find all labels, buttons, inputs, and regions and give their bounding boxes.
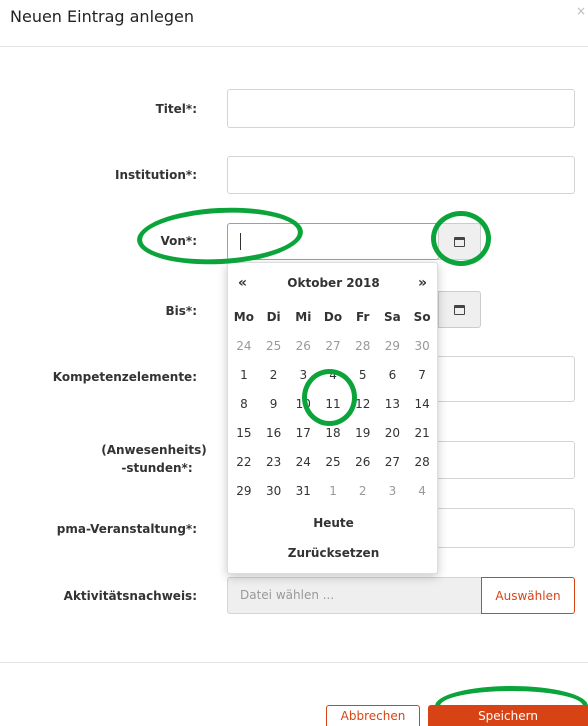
weekday-header: Mi — [295, 309, 312, 324]
aktivitaet-label: Aktivitätsnachweis: — [63, 589, 197, 603]
day-cell[interactable]: 5 — [348, 360, 378, 389]
day-cell[interactable]: 11 — [318, 389, 348, 418]
day-cell[interactable]: 2 — [348, 476, 378, 505]
datepicker-week-row: 24 25 26 27 28 29 30 — [229, 331, 437, 360]
day-cell[interactable]: 8 — [229, 389, 259, 418]
von-input[interactable] — [227, 223, 439, 260]
datepicker-today-button[interactable]: Heute — [228, 516, 439, 530]
institution-label: Institution*: — [115, 168, 197, 182]
von-calendar-button[interactable] — [438, 223, 481, 260]
weekday-header: Do — [323, 309, 343, 324]
day-cell[interactable]: 7 — [407, 360, 437, 389]
day-cell[interactable]: 27 — [378, 447, 408, 476]
bis-label: Bis*: — [165, 304, 197, 318]
day-cell[interactable]: 14 — [407, 389, 437, 418]
datepicker-popup: « Oktober 2018 » Mo Di Mi Do Fr Sa So 24 25 26 27… — [227, 262, 438, 574]
day-cell[interactable]: 6 — [378, 360, 408, 389]
titel-label: Titel*: — [155, 102, 197, 116]
weekday-header: Mo — [233, 309, 254, 324]
day-cell[interactable]: 28 — [348, 331, 378, 360]
day-cell[interactable]: 26 — [288, 331, 318, 360]
day-cell[interactable]: 4 — [407, 476, 437, 505]
weekday-header: Di — [266, 309, 281, 324]
institution-input[interactable] — [227, 156, 575, 194]
datepicker-week-row: 15 16 17 18 19 20 21 — [229, 418, 437, 447]
anwesenheit-label-line2: -stunden*: — [121, 461, 193, 475]
day-cell[interactable]: 31 — [288, 476, 318, 505]
day-cell[interactable]: 23 — [259, 447, 289, 476]
calendar-icon — [454, 304, 465, 315]
day-cell[interactable]: 3 — [378, 476, 408, 505]
modal-title: Neuen Eintrag anlegen — [10, 7, 194, 26]
day-cell[interactable]: 27 — [318, 331, 348, 360]
weekday-header: Sa — [384, 309, 401, 324]
weekday-header: Fr — [356, 309, 370, 324]
day-cell[interactable]: 2 — [259, 360, 289, 389]
weekday-header: So — [413, 309, 431, 324]
day-cell[interactable]: 19 — [348, 418, 378, 447]
pma-label: pma-Veranstaltung*: — [56, 522, 197, 536]
datepicker-week-row: 29 30 31 1 2 3 4 — [229, 476, 437, 505]
titel-input[interactable] — [227, 89, 575, 128]
day-cell[interactable]: 30 — [407, 331, 437, 360]
datepicker-grid: Mo Di Mi Do Fr Sa So 24 25 26 27 28 29 30 1 2 3 4 5 6 7 8 9 10… — [229, 302, 437, 505]
day-cell[interactable]: 29 — [229, 476, 259, 505]
datepicker-reset-button[interactable]: Zurücksetzen — [228, 546, 439, 560]
day-cell[interactable]: 30 — [259, 476, 289, 505]
day-cell[interactable]: 28 — [407, 447, 437, 476]
anwesenheit-label-line1: (Anwesenheits) — [101, 443, 207, 457]
save-button[interactable]: Speichern — [428, 705, 588, 726]
day-cell[interactable]: 4 — [318, 360, 348, 389]
day-cell[interactable]: 20 — [378, 418, 408, 447]
day-cell[interactable]: 15 — [229, 418, 259, 447]
day-cell[interactable]: 17 — [288, 418, 318, 447]
day-cell[interactable]: 13 — [378, 389, 408, 418]
von-label: Von*: — [160, 234, 198, 248]
day-cell[interactable]: 29 — [378, 331, 408, 360]
day-cell[interactable]: 12 — [348, 389, 378, 418]
datepicker-week-row: 1234567 — [229, 360, 437, 389]
day-cell[interactable]: 22 — [229, 447, 259, 476]
day-cell[interactable]: 26 — [348, 447, 378, 476]
datepicker-month-label[interactable]: Oktober 2018 — [228, 276, 439, 290]
kompetenz-label: Kompetenzelemente: — [52, 370, 197, 384]
close-icon[interactable]: × — [576, 4, 586, 18]
modal-footer-divider — [0, 662, 588, 663]
day-cell[interactable]: 25 — [318, 447, 348, 476]
day-cell[interactable]: 9 — [259, 389, 289, 418]
file-placeholder: Datei wählen ... — [240, 588, 335, 602]
day-cell[interactable]: 16 — [259, 418, 289, 447]
calendar-icon — [454, 236, 465, 247]
modal-header: Neuen Eintrag anlegen × — [0, 0, 588, 47]
bis-calendar-button[interactable] — [438, 291, 481, 328]
cancel-button[interactable]: Abbrechen — [326, 705, 420, 726]
day-cell[interactable]: 10 — [288, 389, 318, 418]
text-cursor — [240, 233, 241, 250]
day-cell[interactable]: 1 — [229, 360, 259, 389]
day-cell[interactable]: 24 — [288, 447, 318, 476]
file-select-button[interactable]: Auswählen — [481, 577, 575, 614]
day-cell[interactable]: 18 — [318, 418, 348, 447]
datepicker-week-row: 8 9 10 11 12 13 14 — [229, 389, 437, 418]
day-cell[interactable]: 24 — [229, 331, 259, 360]
day-cell[interactable]: 3 — [288, 360, 318, 389]
file-input[interactable]: Datei wählen ... — [227, 577, 483, 614]
datepicker-next-button[interactable]: » — [418, 275, 427, 291]
day-cell[interactable]: 21 — [407, 418, 437, 447]
day-cell[interactable]: 1 — [318, 476, 348, 505]
day-cell[interactable]: 25 — [259, 331, 289, 360]
datepicker-week-row: 22 23 24 25 26 27 28 — [229, 447, 437, 476]
